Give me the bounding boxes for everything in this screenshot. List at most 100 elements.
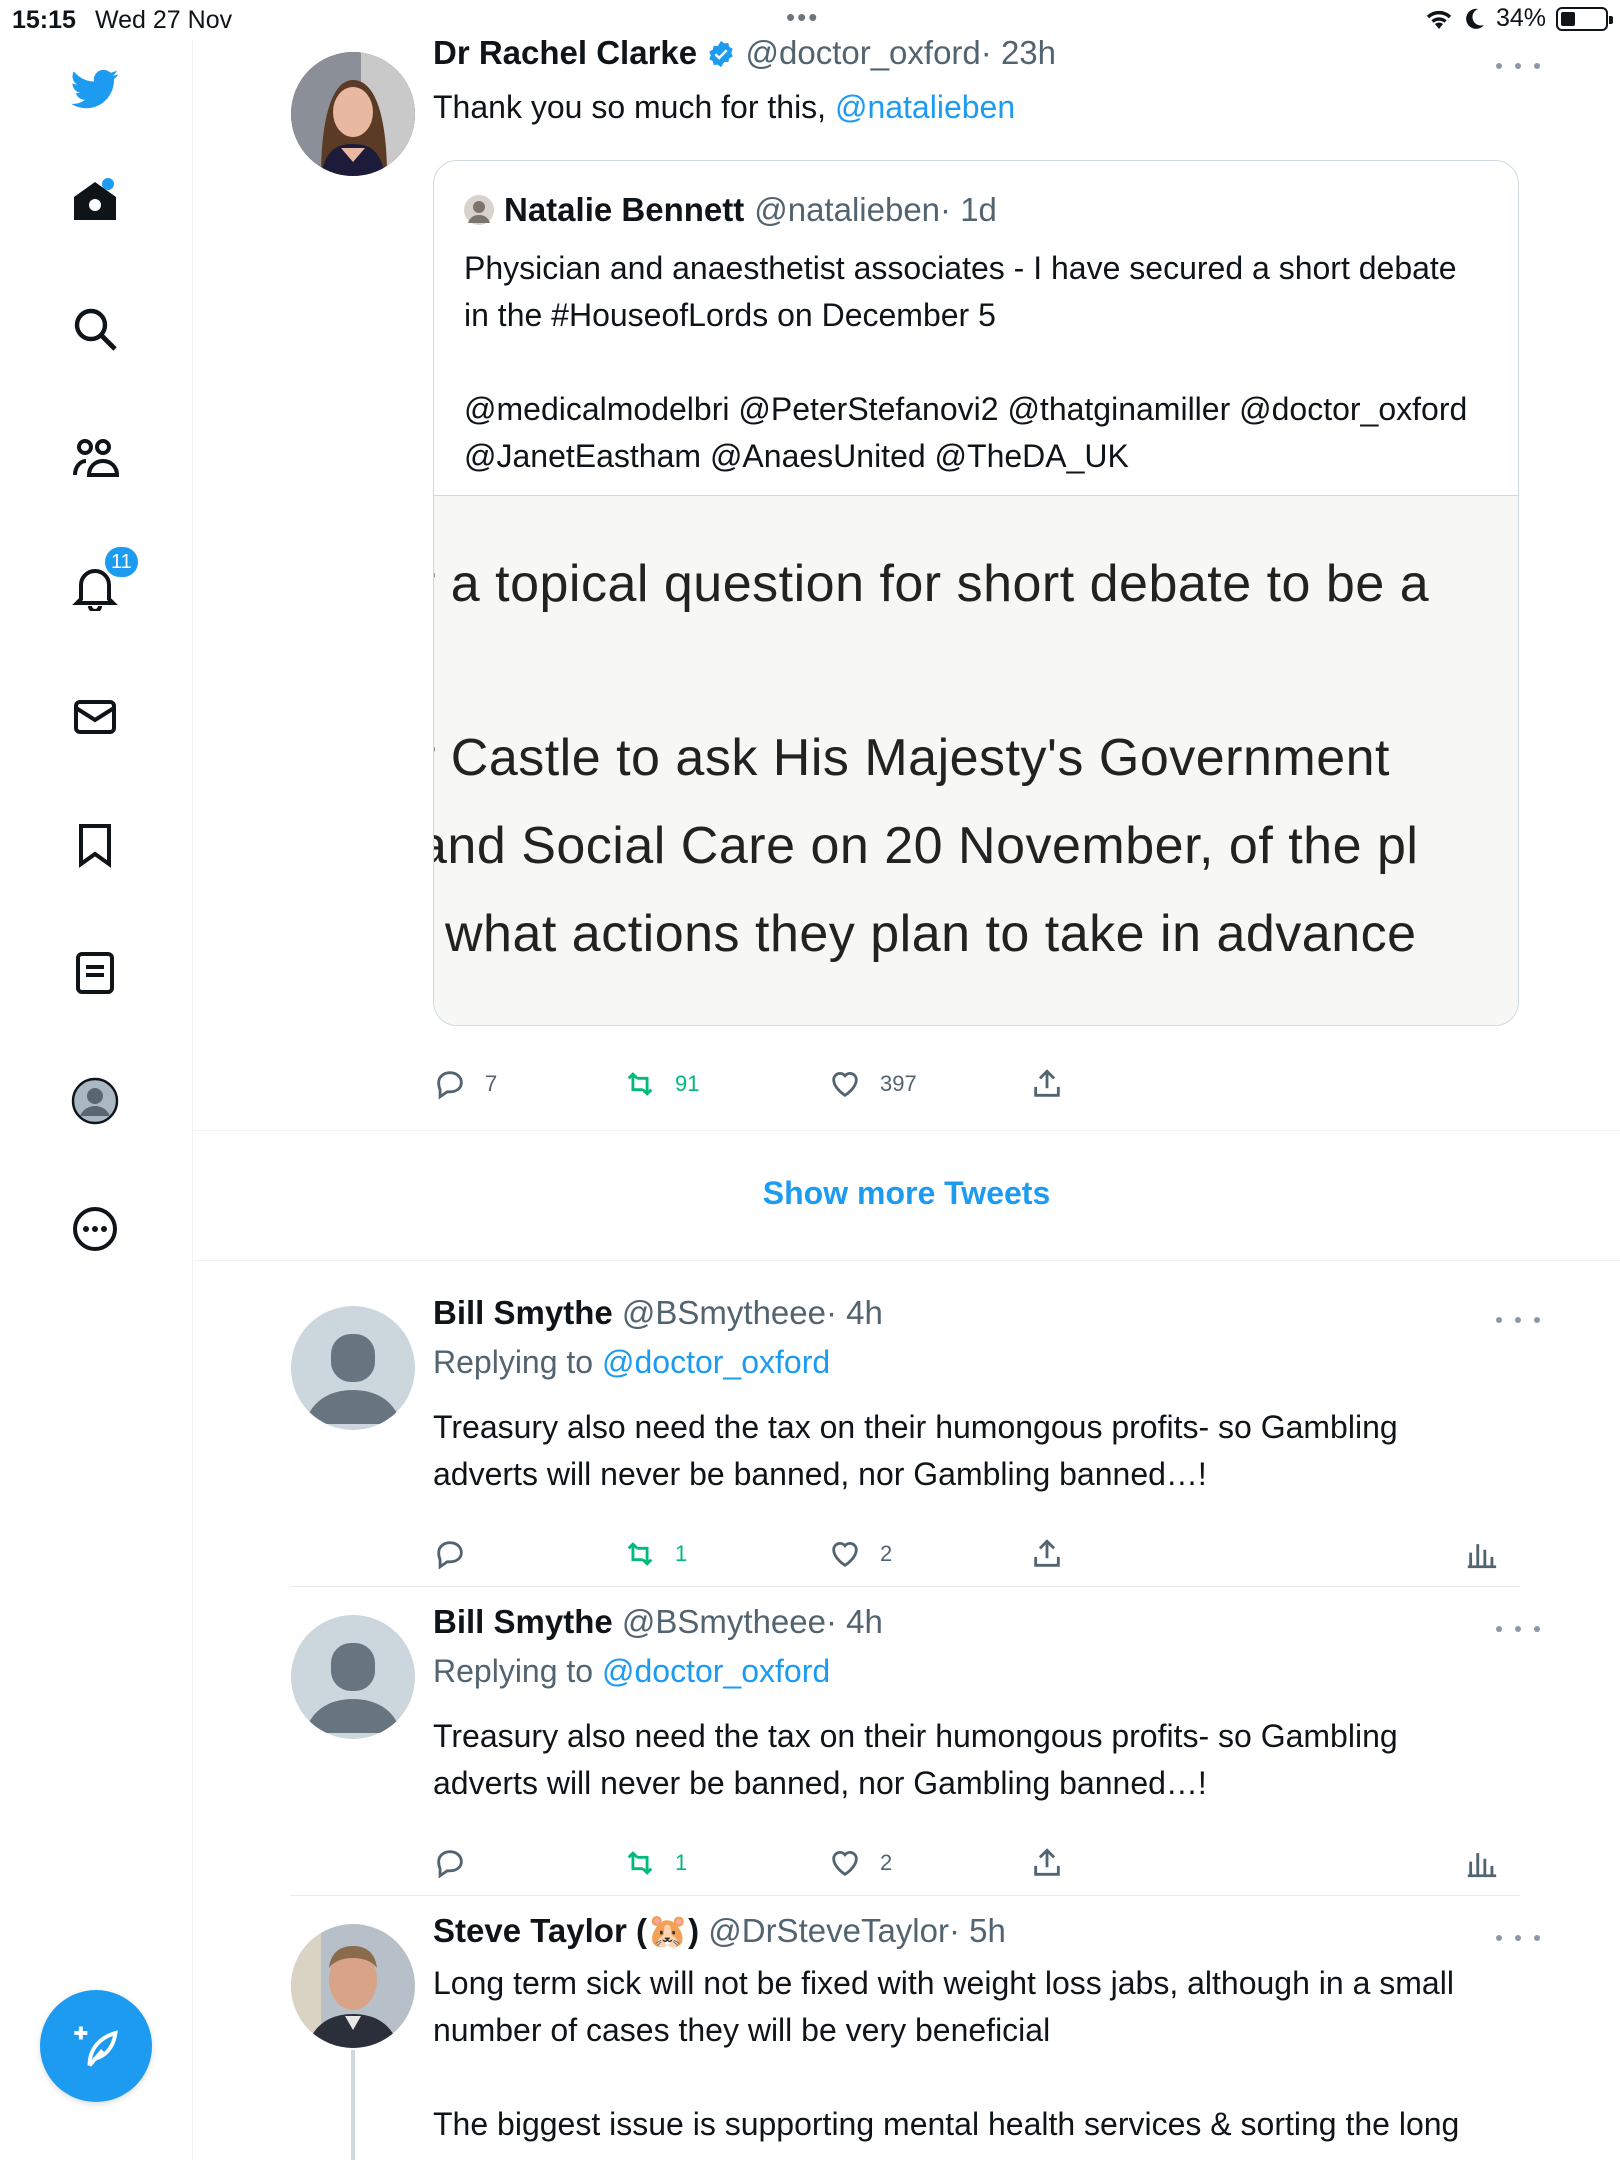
home-icon[interactable] <box>66 172 124 230</box>
tweet-actions: 1 2 <box>433 1841 1533 1891</box>
like-count: 2 <box>880 1541 893 1566</box>
heart-icon <box>832 1851 858 1877</box>
retweet-button[interactable]: 91 <box>623 1062 699 1106</box>
compose-tweet-button[interactable] <box>40 1990 152 2102</box>
communities-icon[interactable] <box>66 428 124 486</box>
reply-button[interactable]: 7 <box>433 1062 497 1106</box>
quoted-tweet-image[interactable]: r a topical question for short debate to… <box>434 495 1518 1025</box>
more-options-icon[interactable] <box>1496 1308 1540 1332</box>
reply-icon <box>437 1071 463 1100</box>
tweet-actions: 7 91 397 <box>433 1062 1533 1112</box>
mention-link[interactable]: @natalieben <box>835 89 1015 125</box>
reply-button[interactable] <box>433 1532 467 1576</box>
sidebar: 11 <box>0 40 193 2160</box>
analytics-button[interactable] <box>1465 1841 1499 1885</box>
image-text-line: l what actions they plan to take in adva… <box>434 905 1417 963</box>
list-icon[interactable] <box>66 944 124 1002</box>
analytics-button[interactable] <box>1465 1532 1499 1576</box>
share-button[interactable] <box>1030 1532 1064 1576</box>
quoted-author-name: Natalie Bennett <box>504 191 745 228</box>
image-text-line: r a topical question for short debate to… <box>434 555 1430 613</box>
bookmark-icon[interactable] <box>66 816 124 874</box>
tweet-text: Thank you so much for this, @natalieben <box>433 89 1016 125</box>
image-text-line: and Social Care on 20 November, of the p… <box>434 817 1419 875</box>
status-date: Wed 27 Nov <box>95 6 233 34</box>
reply-button[interactable] <box>433 1841 467 1885</box>
quoted-tweet-text: Physician and anaesthetist associates - … <box>464 250 1468 474</box>
notifications-badge: 11 <box>102 544 141 580</box>
author-handle[interactable]: @DrSteveTaylor <box>708 1912 949 1949</box>
like-button[interactable]: 397 <box>828 1062 917 1106</box>
tweet-actions: 1 2 <box>433 1532 1533 1582</box>
hamster-emoji: 🐹 <box>646 1912 689 1949</box>
retweet-count: 1 <box>675 1541 688 1566</box>
thread-connector <box>351 2050 355 2160</box>
author-name[interactable]: Bill Smythe <box>433 1603 613 1640</box>
tweet-text: Treasury also need the tax on their humo… <box>433 1718 1407 1801</box>
tweet-time[interactable]: · 4h <box>826 1603 883 1640</box>
quoted-author-handle: @natalieben <box>754 191 941 228</box>
more-options-icon[interactable] <box>1496 1926 1540 1950</box>
timeline: Dr Rachel Clarke @doctor_oxford· 23h Tha… <box>193 34 1620 2160</box>
like-count: 2 <box>880 1850 893 1875</box>
share-icon <box>1034 1539 1060 1567</box>
reply-icon <box>437 1541 463 1570</box>
avatar[interactable] <box>291 1615 415 1739</box>
avatar[interactable] <box>291 1306 415 1430</box>
author-name[interactable]: Dr Rachel Clarke <box>433 34 697 71</box>
tweet-time[interactable]: · 5h <box>949 1912 1006 1949</box>
share-icon <box>1034 1069 1060 1097</box>
reply-count: 7 <box>485 1071 498 1096</box>
twitter-logo-icon[interactable] <box>66 60 124 118</box>
like-button[interactable]: 2 <box>828 1841 892 1885</box>
show-more-tweets-link[interactable]: Show more Tweets <box>193 1175 1620 1212</box>
quoted-tweet-time: · 1d <box>940 191 997 228</box>
author-handle[interactable]: @doctor_oxford <box>745 34 980 71</box>
author-handle[interactable]: @BSmytheee <box>622 1294 826 1331</box>
replying-to: Replying to @doctor_oxford <box>433 1344 831 1380</box>
like-count: 397 <box>880 1071 917 1096</box>
author-handle[interactable]: @BSmytheee <box>622 1603 826 1640</box>
share-button[interactable] <box>1030 1062 1064 1106</box>
heart-icon <box>832 1072 858 1098</box>
divider <box>290 1586 1520 1587</box>
author-name[interactable]: Bill Smythe <box>433 1294 613 1331</box>
share-button[interactable] <box>1030 1841 1064 1885</box>
analytics-icon <box>1467 1544 1497 1569</box>
multitasking-dots-icon[interactable]: ••• <box>786 2 819 33</box>
more-options-icon[interactable] <box>1496 1617 1540 1641</box>
moon-icon <box>1466 8 1484 29</box>
mention-link[interactable]: @doctor_oxford <box>602 1653 830 1689</box>
retweet-icon <box>627 1851 653 1875</box>
tweet-time[interactable]: · 23h <box>981 34 1056 71</box>
battery-percent: 34% <box>1495 4 1546 32</box>
replying-to: Replying to @doctor_oxford <box>433 1653 831 1689</box>
quoted-tweet[interactable]: Natalie Bennett @natalieben· 1d Physicia… <box>433 160 1519 1026</box>
bell-icon[interactable]: 11 <box>66 544 141 616</box>
retweet-button[interactable]: 1 <box>623 1841 687 1885</box>
retweet-icon <box>627 1072 653 1096</box>
profile-avatar[interactable] <box>66 1072 124 1130</box>
retweet-button[interactable]: 1 <box>623 1532 687 1576</box>
search-icon[interactable] <box>66 300 124 358</box>
verified-badge-icon <box>709 40 734 68</box>
divider <box>290 1895 1520 1896</box>
more-circle-icon[interactable] <box>66 1200 124 1258</box>
feather-plus-icon <box>74 2026 118 2067</box>
envelope-icon[interactable] <box>66 688 124 746</box>
analytics-icon <box>1467 1853 1497 1878</box>
image-text-line: r Castle to ask His Majesty's Government <box>434 729 1390 787</box>
retweet-icon <box>627 1542 653 1566</box>
divider <box>193 1130 1620 1131</box>
quoted-avatar <box>464 195 494 225</box>
avatar[interactable] <box>291 1924 415 2048</box>
more-options-icon[interactable] <box>1496 54 1540 78</box>
like-button[interactable]: 2 <box>828 1532 892 1576</box>
tweet-text: Long term sick will not be fixed with we… <box>433 1965 1460 2142</box>
tweet-time[interactable]: · 4h <box>826 1294 883 1331</box>
mention-link[interactable]: @doctor_oxford <box>602 1344 830 1380</box>
tweet-text: Treasury also need the tax on their humo… <box>433 1409 1407 1492</box>
avatar[interactable] <box>291 52 415 176</box>
share-icon <box>1034 1848 1060 1876</box>
author-name[interactable]: Steve Taylor (🐹) <box>433 1912 699 1949</box>
